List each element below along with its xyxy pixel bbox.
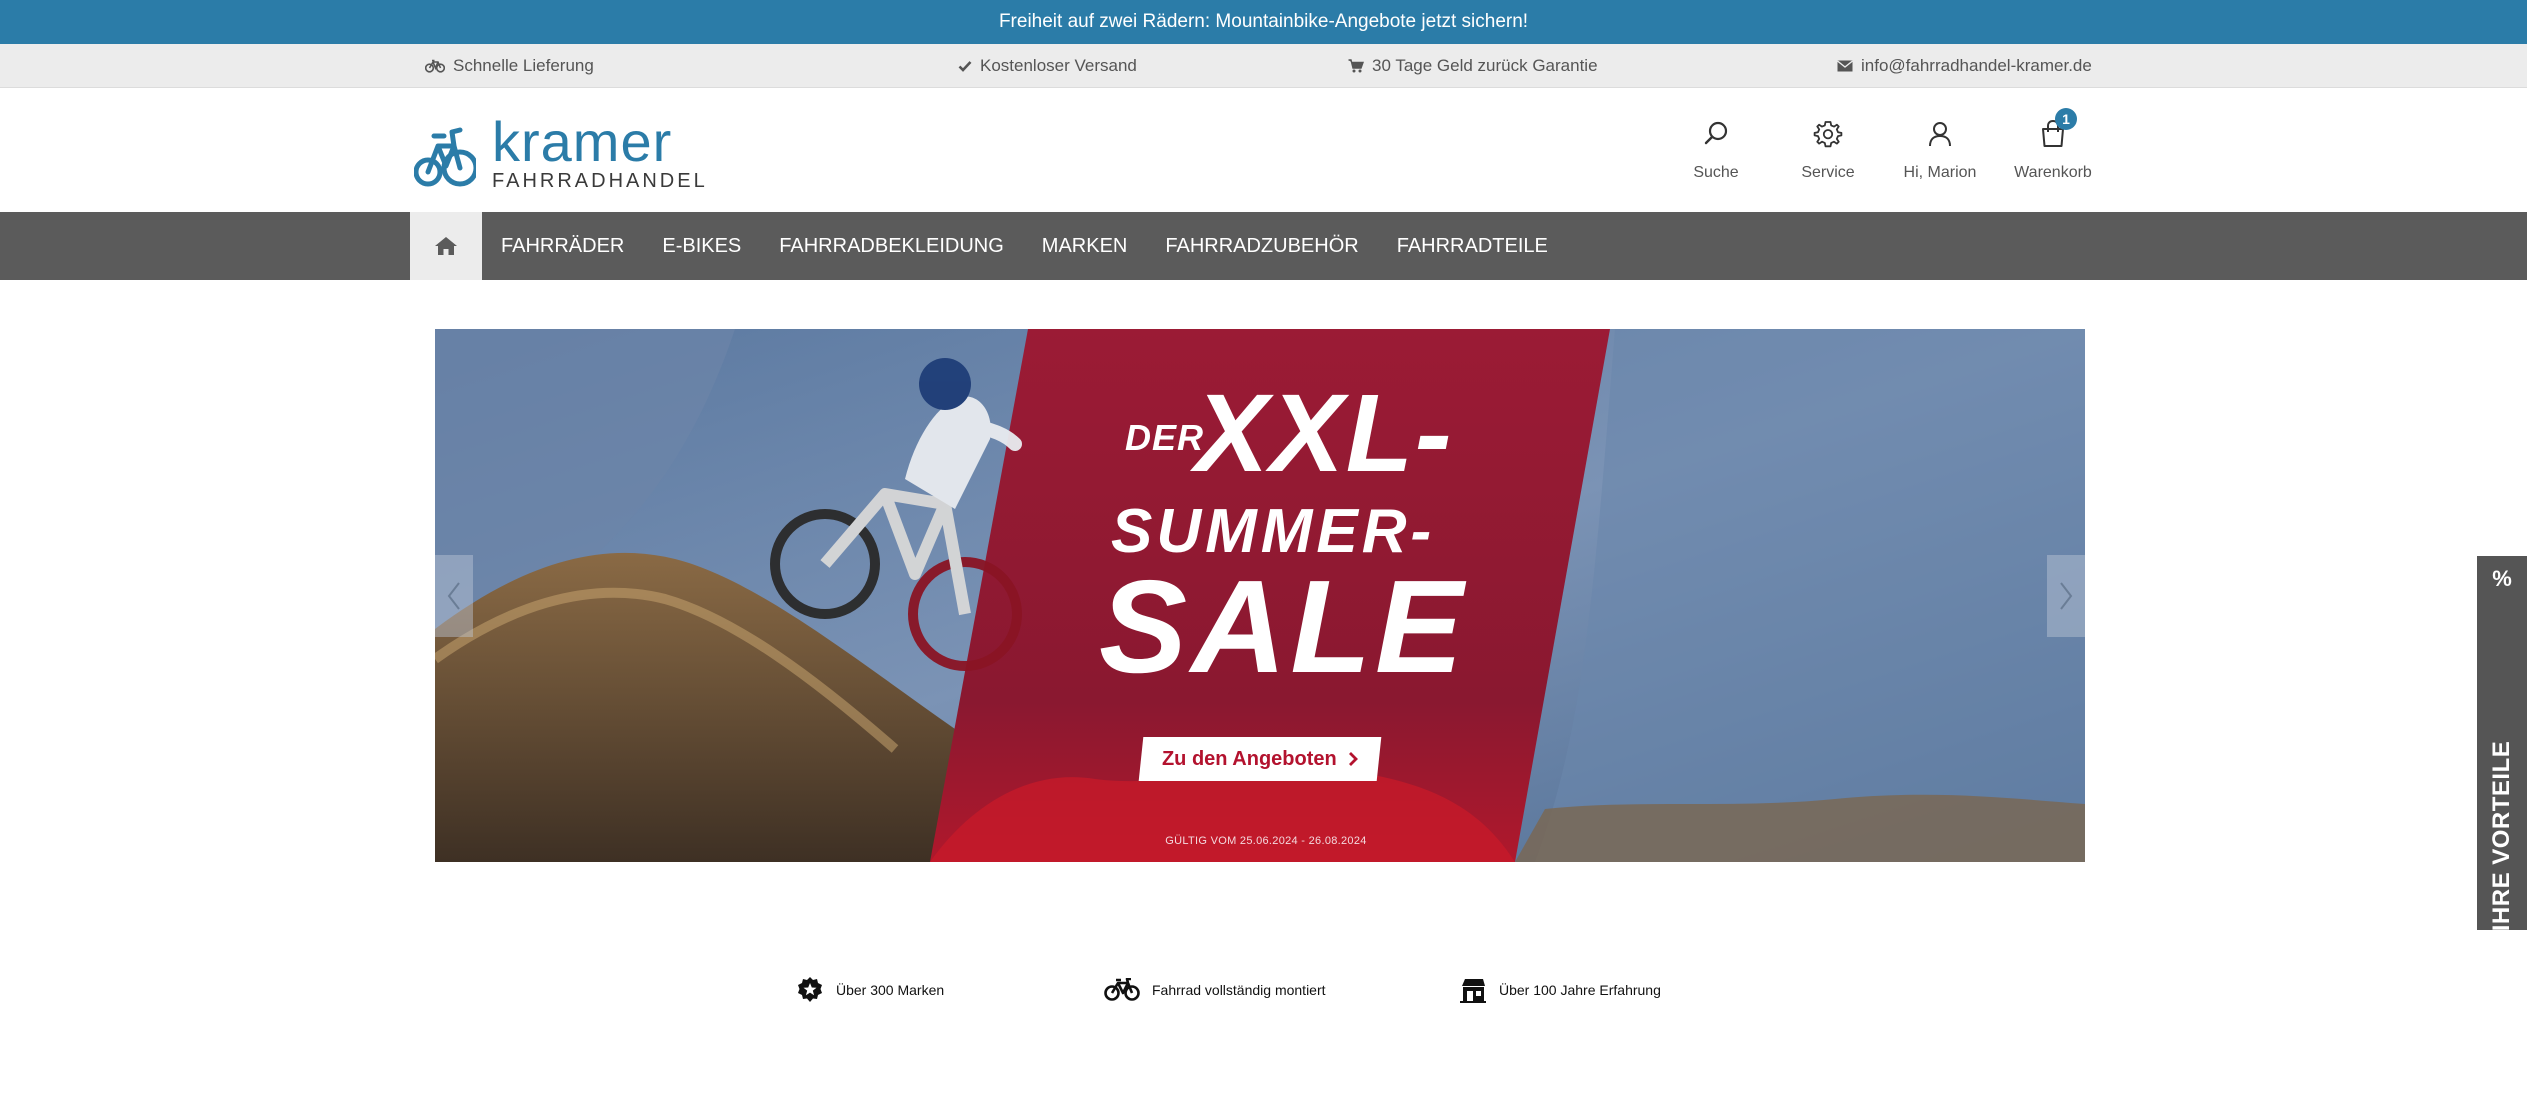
- cart-count-badge: 1: [2055, 108, 2077, 130]
- search-label: Suche: [1693, 164, 1739, 181]
- nav-items: FAHRRÄDER E-BIKES FAHRRADBEKLEIDUNG MARK…: [482, 212, 1567, 280]
- bicycle-icon: [425, 59, 445, 73]
- benefit-label: Über 100 Jahre Erfahrung: [1499, 982, 1661, 998]
- bike-logo-icon: [414, 127, 476, 187]
- service-button[interactable]: Service: [1773, 114, 1883, 182]
- envelope-icon: [1837, 60, 1853, 72]
- benefit-assembled: Fahrrad vollständig montiert: [1104, 974, 1326, 1006]
- nav-item-fahrradzubehoer[interactable]: FAHRRADZUBEHÖR: [1146, 212, 1377, 280]
- nav-home[interactable]: [410, 212, 482, 280]
- side-tab-label: IHRE VORTEILE: [2488, 740, 2515, 932]
- usp-email-link[interactable]: info@fahrradhandel-kramer.de: [1861, 56, 2092, 76]
- validity-text: GÜLTIG VOM 25.06.2024 - 26.08.2024: [1165, 835, 1367, 847]
- nav-item-e-bikes[interactable]: E-BIKES: [643, 212, 760, 280]
- shopping-bag-icon: 1: [2033, 108, 2077, 154]
- chevron-left-icon: [447, 582, 460, 610]
- hero-cta-button[interactable]: Zu den Angeboten: [1138, 737, 1382, 781]
- nav-item-fahrraeder[interactable]: FAHRRÄDER: [482, 212, 643, 280]
- benefit-label: Über 300 Marken: [836, 982, 945, 998]
- advantages-side-tab[interactable]: % IHRE VORTEILE: [2477, 556, 2527, 932]
- badge-star-icon: [798, 977, 822, 1002]
- main-navigation: FAHRRÄDER E-BIKES FAHRRADBEKLEIDUNG MARK…: [0, 212, 2527, 280]
- home-icon: [435, 237, 457, 255]
- usp-item-shipping: Kostenloser Versand: [958, 44, 1137, 88]
- hero-cta-label: Zu den Angeboten: [1161, 747, 1337, 770]
- usp-item-email[interactable]: info@fahrradhandel-kramer.de: [1837, 44, 2092, 88]
- hero-slider[interactable]: DER XXL- SUMMER- SALE Zu den Angeboten G…: [435, 329, 2085, 862]
- account-button[interactable]: Hi, Marion: [1885, 114, 1995, 182]
- slider-prev-button[interactable]: [435, 555, 473, 637]
- shop-icon: [1460, 979, 1486, 1003]
- logo[interactable]: kramer FAHRRADHANDEL: [414, 110, 708, 192]
- nav-item-fahrradbekleidung[interactable]: FAHRRADBEKLEIDUNG: [760, 212, 1023, 280]
- site-header: kramer FAHRRADHANDEL Suche Service Hi, M…: [0, 88, 2527, 212]
- search-icon: [1696, 114, 1736, 154]
- user-icon: [1920, 114, 1960, 154]
- cart-icon: [1348, 59, 1364, 73]
- usp-label: Kostenloser Versand: [980, 56, 1137, 75]
- usp-label: Schnelle Lieferung: [453, 56, 594, 75]
- search-button[interactable]: Suche: [1661, 114, 1771, 182]
- account-label: Hi, Marion: [1903, 164, 1977, 181]
- service-label: Service: [1801, 164, 1855, 181]
- promo-text: Freiheit auf zwei Rädern: Mountainbike-A…: [998, 11, 1529, 32]
- bicycle-icon: [1104, 978, 1140, 1001]
- chevron-right-icon: [1349, 752, 1359, 766]
- usp-item-delivery: Schnelle Lieferung: [425, 44, 594, 88]
- slider-next-button[interactable]: [2047, 555, 2085, 637]
- hero-validity: GÜLTIG VOM 25.06.2024 - 26.08.2024: [435, 835, 2085, 847]
- promo-banner[interactable]: Freiheit auf zwei Rädern: Mountainbike-A…: [0, 0, 2527, 44]
- cart-button[interactable]: 1 Warenkorb: [1998, 108, 2108, 182]
- logo-name: kramer: [492, 110, 673, 173]
- nav-item-fahrradteile[interactable]: FAHRRADTEILE: [1378, 212, 1567, 280]
- gear-icon: [1808, 114, 1848, 154]
- usp-label: 30 Tage Geld zurück Garantie: [1372, 56, 1598, 75]
- check-icon: [958, 61, 972, 72]
- nav-item-marken[interactable]: MARKEN: [1023, 212, 1147, 280]
- usp-item-guarantee: 30 Tage Geld zurück Garantie: [1348, 44, 1598, 88]
- cart-label: Warenkorb: [2014, 164, 2092, 181]
- benefit-label: Fahrrad vollständig montiert: [1152, 982, 1326, 998]
- hero-background-image: [435, 329, 2085, 862]
- usp-bar: Schnelle Lieferung Kostenloser Versand 3…: [0, 44, 2527, 88]
- logo-subtitle: FAHRRADHANDEL: [492, 170, 708, 192]
- benefit-experience: Über 100 Jahre Erfahrung: [1459, 974, 1661, 1006]
- benefit-brands: Über 300 Marken: [796, 974, 944, 1006]
- percent-icon: %: [2492, 566, 2512, 591]
- chevron-right-icon: [2060, 582, 2073, 610]
